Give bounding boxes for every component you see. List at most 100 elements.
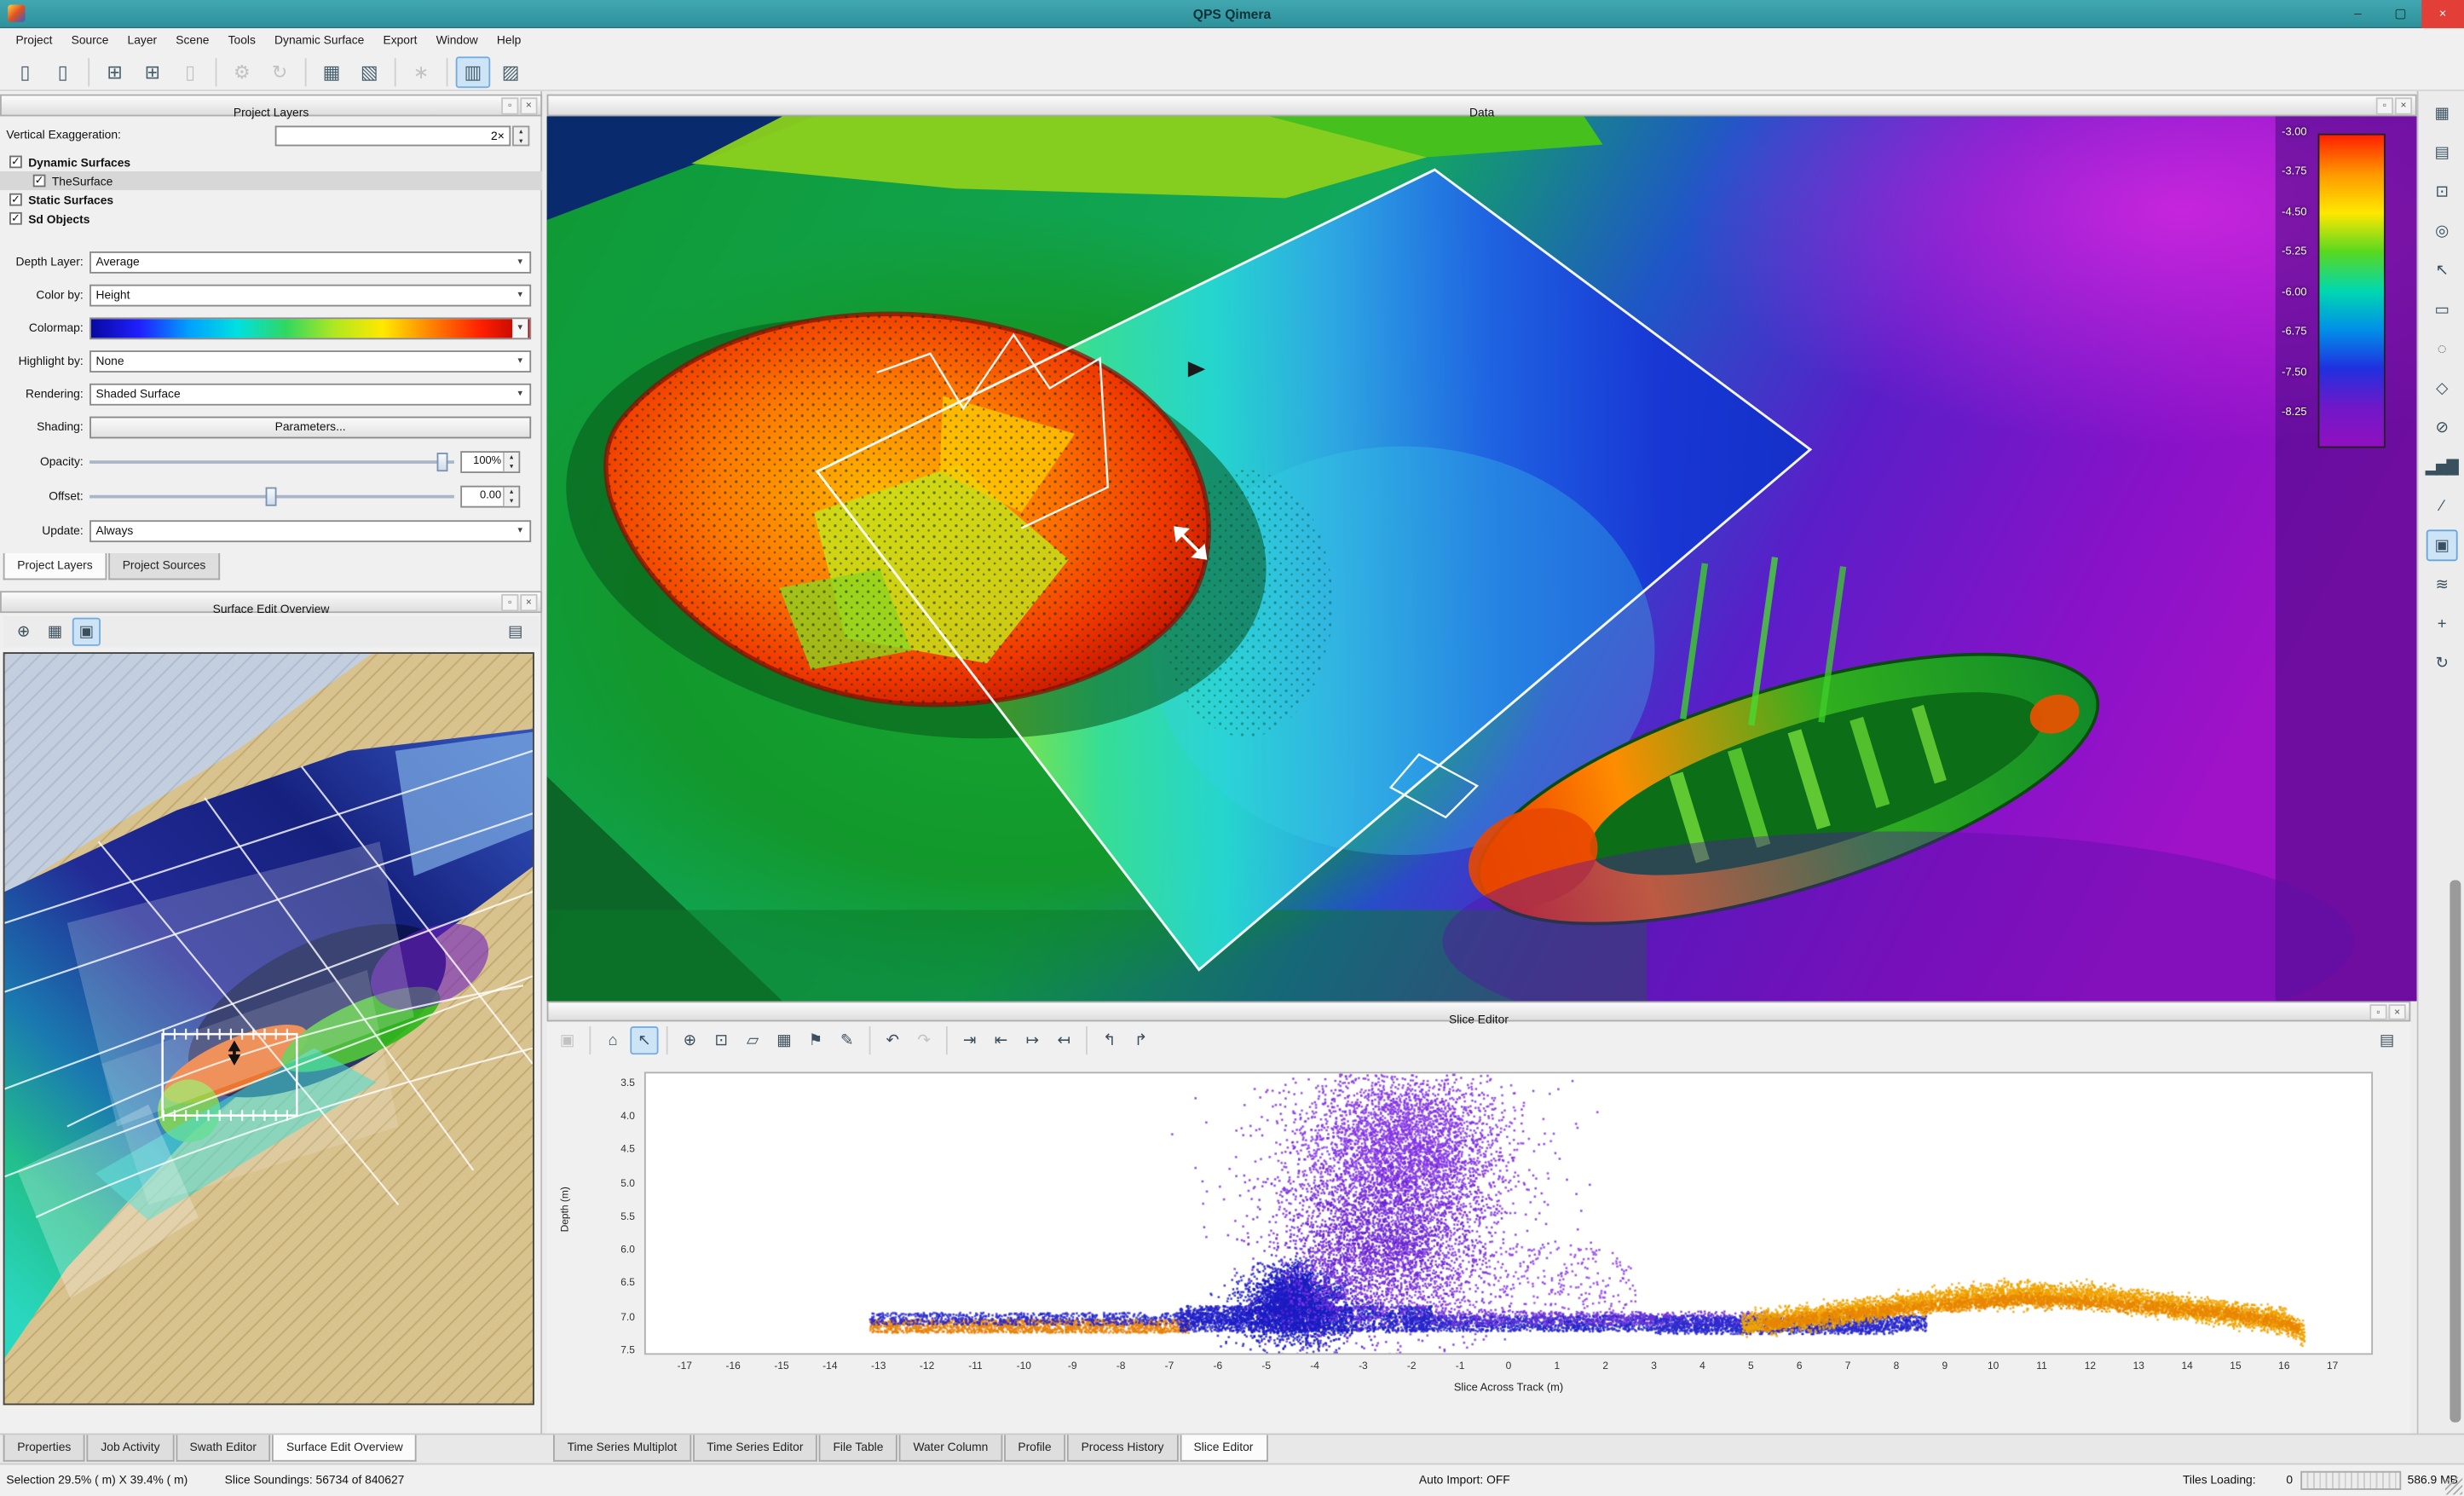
tab-properties[interactable]: Properties <box>3 1435 85 1461</box>
rotate-slice-ccw-button[interactable]: ↰ <box>1095 1026 1123 1054</box>
tab-water-column[interactable]: Water Column <box>899 1435 1002 1461</box>
close-button[interactable]: × <box>2421 0 2464 28</box>
menu-scene[interactable]: Scene <box>166 28 218 54</box>
spin-stepper[interactable]: ▴▾ <box>503 488 518 506</box>
opacity-spinbox[interactable]: 100% ▴▾ <box>460 451 520 473</box>
home-view-button[interactable]: ⌂ <box>598 1026 626 1054</box>
close-panel-icon[interactable]: × <box>2389 1004 2406 1019</box>
spin-up-icon[interactable]: ▴ <box>514 127 528 136</box>
filter-toolbox-button[interactable]: ∗ <box>404 55 439 87</box>
rotate-slice-cw-button[interactable]: ↱ <box>1127 1026 1155 1054</box>
float-panel-icon[interactable]: ▫ <box>501 97 518 114</box>
clear-selection-button[interactable]: ⊘ <box>2426 412 2457 443</box>
tab-job-activity[interactable]: Job Activity <box>87 1435 174 1461</box>
processing-settings-button[interactable]: ⚙ <box>225 55 260 87</box>
add-raw-sonar-files-button[interactable]: ⊞ <box>97 55 132 87</box>
surface-tools-button[interactable]: ≋ <box>2426 569 2457 600</box>
zoom-in-button[interactable]: ⊕ <box>676 1026 704 1054</box>
checkbox-static-surfaces[interactable]: ✓ <box>9 193 22 206</box>
tree-item-static-surfaces[interactable]: ✓Static Surfaces <box>0 190 542 209</box>
checkbox-dynamic-surfaces[interactable]: ✓ <box>9 156 22 169</box>
select-rectangle-button[interactable]: ▭ <box>2426 294 2457 326</box>
opacity-slider[interactable] <box>89 451 454 473</box>
float-panel-icon[interactable]: ▫ <box>501 594 518 611</box>
tab-profile[interactable]: Profile <box>1004 1435 1065 1461</box>
menu-dynamic-surface[interactable]: Dynamic Surface <box>265 28 373 54</box>
open-project-button[interactable]: ▯ <box>45 55 80 87</box>
scrollbar[interactable] <box>2450 881 2461 1423</box>
new-project-button[interactable]: ▯ <box>8 55 43 87</box>
offset-slider[interactable] <box>89 486 454 508</box>
close-panel-icon[interactable]: × <box>520 594 537 611</box>
zoom-window-button[interactable]: ⊡ <box>2426 176 2457 208</box>
tab-file-table[interactable]: File Table <box>819 1435 897 1461</box>
tab-process-history[interactable]: Process History <box>1067 1435 1178 1461</box>
vertical-exaggeration-input[interactable] <box>275 126 511 147</box>
highlight-by-select[interactable]: None ▾ <box>89 350 531 373</box>
rendering-select[interactable]: Shaded Surface ▾ <box>89 384 531 406</box>
vertical-exaggeration-stepper[interactable]: ▴ ▾ <box>512 126 529 147</box>
tree-item-thesurface[interactable]: ✓TheSurface <box>0 171 542 190</box>
float-panel-icon[interactable]: ▫ <box>2369 1004 2386 1019</box>
tab-time-series-multiplot[interactable]: Time Series Multiplot <box>553 1435 691 1461</box>
grid-view-button[interactable]: ▦ <box>770 1026 798 1054</box>
edit-selection-button[interactable]: ✎ <box>833 1026 861 1054</box>
accept-forward-button[interactable]: ⇥ <box>955 1026 984 1054</box>
menu-source[interactable]: Source <box>62 28 118 54</box>
menu-layer[interactable]: Layer <box>118 28 166 54</box>
tab-slice-editor[interactable]: Slice Editor <box>1180 1435 1267 1461</box>
reject-forward-button[interactable]: ↦ <box>1018 1026 1047 1054</box>
create-static-surface-button[interactable]: ▧ <box>352 55 387 87</box>
resize-grip[interactable] <box>2445 1477 2462 1494</box>
create-dynamic-surface-button[interactable]: ▦ <box>314 55 349 87</box>
zoom-window-button[interactable]: ⊡ <box>707 1026 736 1054</box>
reject-back-button[interactable]: ↤ <box>1050 1026 1078 1054</box>
close-panel-icon[interactable]: × <box>2395 97 2412 114</box>
float-panel-icon[interactable]: ▫ <box>2376 97 2393 114</box>
tab-swath-editor[interactable]: Swath Editor <box>176 1435 271 1461</box>
depth-layer-select[interactable]: Average ▾ <box>89 251 531 274</box>
shading-parameters-button[interactable]: Parameters... <box>89 417 531 439</box>
histogram-button[interactable]: ▂▅▇ <box>2426 451 2457 482</box>
colormap-select[interactable]: ▾ <box>89 317 531 339</box>
bathymetry-3d-view[interactable]: -3.00-3.75-4.50-5.25-6.00-6.75-7.50-8.25 <box>547 116 2417 1001</box>
menu-window[interactable]: Window <box>427 28 488 54</box>
tab-time-series-editor[interactable]: Time Series Editor <box>693 1435 817 1461</box>
undo-button[interactable]: ↶ <box>879 1026 907 1054</box>
flag-soundings-button[interactable]: ⚑ <box>801 1026 829 1054</box>
fit-selection-button[interactable]: ▣ <box>72 618 101 646</box>
select-lasso-button[interactable]: ◌ <box>2426 333 2457 365</box>
tree-item-dynamic-surfaces[interactable]: ✓Dynamic Surfaces <box>0 153 542 171</box>
select-polygon-button[interactable]: ◇ <box>2426 373 2457 404</box>
checkbox-sd-objects[interactable]: ✓ <box>9 212 22 225</box>
surface-edit-overview-map[interactable] <box>3 652 534 1405</box>
surface-edit-tool-button[interactable]: ▨ <box>493 55 528 87</box>
pan-view-button[interactable]: + <box>2426 609 2457 640</box>
offset-spinbox[interactable]: 0.00 ▴▾ <box>460 486 520 508</box>
slider-handle[interactable] <box>266 488 277 506</box>
slice-plot[interactable] <box>644 1071 2373 1354</box>
color-settings-button[interactable]: ▣ <box>2426 529 2457 561</box>
rotate-view-button[interactable]: ↻ <box>2426 648 2457 679</box>
color-by-select[interactable]: Height ▾ <box>89 285 531 307</box>
slice-editor-tool-button[interactable]: ▥ <box>456 55 491 87</box>
slider-handle[interactable] <box>437 453 448 471</box>
accept-back-button[interactable]: ⇤ <box>987 1026 1015 1054</box>
zoom-extent-button[interactable]: ◎ <box>2426 216 2457 247</box>
show-grid-button[interactable]: ▦ <box>41 618 69 646</box>
select-cursor-button[interactable]: ↖ <box>2426 255 2457 286</box>
menu-export[interactable]: Export <box>373 28 426 54</box>
refresh-project-button[interactable]: ↻ <box>263 55 297 87</box>
checkbox-thesurface[interactable]: ✓ <box>33 175 46 188</box>
select-cursor-button[interactable]: ↖ <box>630 1026 658 1054</box>
zoom-extent-button[interactable]: ⊕ <box>9 618 38 646</box>
spin-down-icon[interactable]: ▾ <box>514 136 528 146</box>
menu-project[interactable]: Project <box>6 28 61 54</box>
view-table-button[interactable]: ▦ <box>2426 97 2457 129</box>
spin-stepper[interactable]: ▴▾ <box>503 453 518 471</box>
import-files-button[interactable]: ▯ <box>173 55 208 87</box>
menu-help[interactable]: Help <box>488 28 531 54</box>
menu-tools[interactable]: Tools <box>219 28 265 54</box>
save-button[interactable]: ▣ <box>553 1026 581 1054</box>
minimize-button[interactable]: – <box>2337 0 2380 28</box>
